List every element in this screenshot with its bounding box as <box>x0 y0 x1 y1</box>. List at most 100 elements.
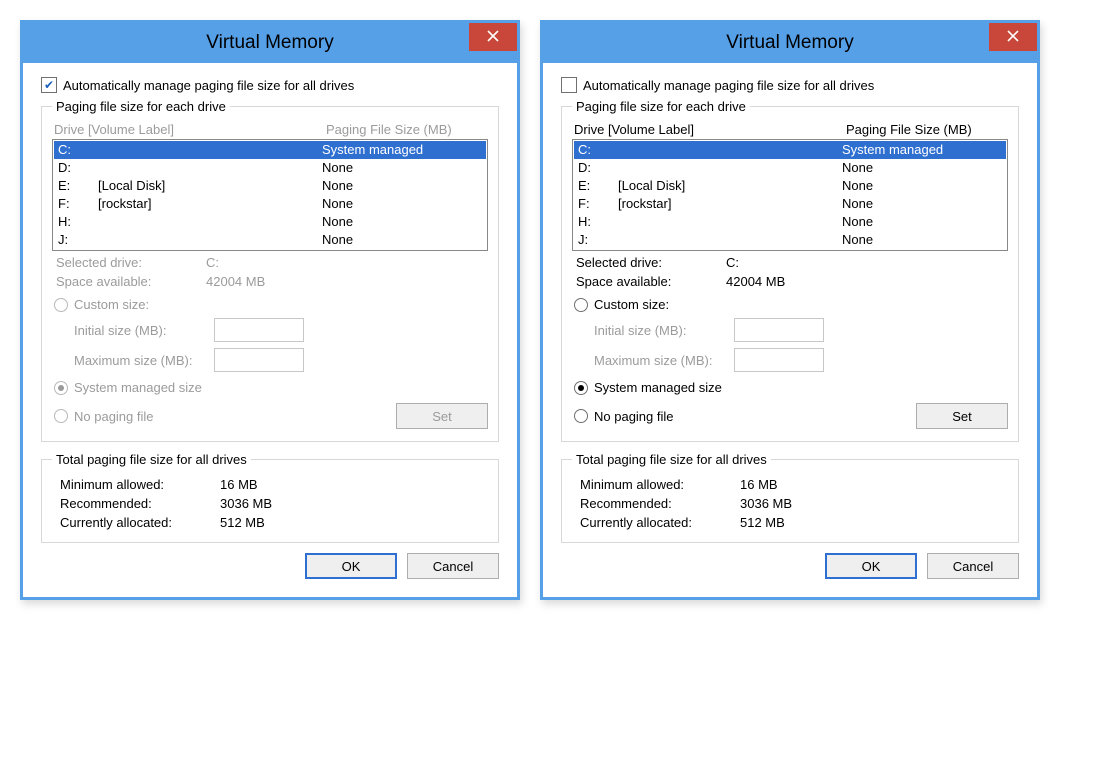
paging-legend: Paging file size for each drive <box>52 99 230 114</box>
virtual-memory-dialog: Virtual Memory Automatically manage pagi… <box>540 20 1040 600</box>
space-available-value: 42004 MB <box>726 274 1008 289</box>
drive-row[interactable]: D: None <box>574 159 1006 177</box>
selected-drive-label: Selected drive: <box>56 255 206 270</box>
paging-fieldset: Paging file size for each drive Drive [V… <box>41 99 499 442</box>
virtual-memory-dialog: Virtual Memory ✔ Automatically manage pa… <box>20 20 520 600</box>
drive-row[interactable]: C: System managed <box>574 141 1006 159</box>
maximum-size-label: Maximum size (MB): <box>594 353 734 368</box>
initial-size-input <box>734 318 824 342</box>
ok-button[interactable]: OK <box>825 553 917 579</box>
close-button[interactable] <box>469 23 517 51</box>
currently-allocated-value: 512 MB <box>220 515 265 530</box>
drive-size: System managed <box>322 141 482 159</box>
dialog-title: Virtual Memory <box>726 32 853 54</box>
initial-size-label: Initial size (MB): <box>74 323 214 338</box>
drive-list[interactable]: C: System managed D: None E: [Local Disk… <box>572 139 1008 251</box>
minimum-allowed-value: 16 MB <box>740 477 778 492</box>
drive-label <box>618 213 842 231</box>
cancel-button[interactable]: Cancel <box>927 553 1019 579</box>
dialog-title: Virtual Memory <box>206 32 333 54</box>
drive-size: None <box>322 213 482 231</box>
set-button[interactable]: Set <box>916 403 1008 429</box>
drive-size: None <box>842 177 1002 195</box>
drive-size: System managed <box>842 141 1002 159</box>
drive-row[interactable]: C: System managed <box>54 141 486 159</box>
drive-label <box>98 141 322 159</box>
totals-legend: Total paging file size for all drives <box>52 452 251 467</box>
paging-fieldset: Paging file size for each drive Drive [V… <box>561 99 1019 442</box>
system-managed-radio <box>54 381 68 395</box>
no-paging-radio <box>54 409 68 423</box>
custom-size-radio[interactable] <box>574 298 588 312</box>
header-size: Paging File Size (MB) <box>846 122 1006 137</box>
drive-size: None <box>842 213 1002 231</box>
currently-allocated-value: 512 MB <box>740 515 785 530</box>
space-available-value: 42004 MB <box>206 274 488 289</box>
set-button: Set <box>396 403 488 429</box>
drive-letter: C: <box>578 141 618 159</box>
maximum-size-input <box>214 348 304 372</box>
drive-row[interactable]: H: None <box>574 213 1006 231</box>
system-managed-radio[interactable] <box>574 381 588 395</box>
ok-button[interactable]: OK <box>305 553 397 579</box>
minimum-allowed-value: 16 MB <box>220 477 258 492</box>
drive-row[interactable]: F: [rockstar] None <box>54 195 486 213</box>
system-managed-label: System managed size <box>74 380 202 395</box>
drive-label: [Local Disk] <box>98 177 322 195</box>
space-available-label: Space available: <box>56 274 206 289</box>
drive-row[interactable]: E: [Local Disk] None <box>54 177 486 195</box>
drive-row[interactable]: J: None <box>574 231 1006 249</box>
drive-label: [Local Disk] <box>618 177 842 195</box>
drive-size: None <box>842 195 1002 213</box>
drive-row[interactable]: H: None <box>54 213 486 231</box>
drive-size: None <box>322 159 482 177</box>
custom-size-label: Custom size: <box>594 297 669 312</box>
auto-manage-label: Automatically manage paging file size fo… <box>583 78 874 93</box>
titlebar: Virtual Memory <box>543 23 1037 63</box>
drive-label: [rockstar] <box>618 195 842 213</box>
drive-label <box>98 231 322 249</box>
maximum-size-label: Maximum size (MB): <box>74 353 214 368</box>
header-drive: Drive [Volume Label] <box>574 122 846 137</box>
recommended-label: Recommended: <box>580 496 740 511</box>
no-paging-label: No paging file <box>594 409 674 424</box>
drive-letter: H: <box>578 213 618 231</box>
drive-letter: E: <box>58 177 98 195</box>
cancel-button[interactable]: Cancel <box>407 553 499 579</box>
paging-legend: Paging file size for each drive <box>572 99 750 114</box>
drive-size: None <box>322 177 482 195</box>
minimum-allowed-label: Minimum allowed: <box>60 477 220 492</box>
drive-label <box>98 159 322 177</box>
drive-letter: F: <box>578 195 618 213</box>
no-paging-label: No paging file <box>74 409 154 424</box>
drive-letter: D: <box>58 159 98 177</box>
drive-label: [rockstar] <box>98 195 322 213</box>
header-size: Paging File Size (MB) <box>326 122 486 137</box>
totals-fieldset: Total paging file size for all drives Mi… <box>41 452 499 543</box>
drive-letter: J: <box>578 231 618 249</box>
drive-row[interactable]: J: None <box>54 231 486 249</box>
drive-letter: J: <box>58 231 98 249</box>
totals-legend: Total paging file size for all drives <box>572 452 771 467</box>
currently-allocated-label: Currently allocated: <box>60 515 220 530</box>
close-button[interactable] <box>989 23 1037 51</box>
initial-size-input <box>214 318 304 342</box>
drive-list[interactable]: C: System managed D: None E: [Local Disk… <box>52 139 488 251</box>
drive-label <box>98 213 322 231</box>
auto-manage-checkbox[interactable]: ✔ <box>41 77 57 93</box>
auto-manage-checkbox[interactable] <box>561 77 577 93</box>
selected-drive-value: C: <box>726 255 1008 270</box>
recommended-value: 3036 MB <box>740 496 792 511</box>
drive-letter: D: <box>578 159 618 177</box>
drive-size: None <box>322 195 482 213</box>
drive-row[interactable]: E: [Local Disk] None <box>574 177 1006 195</box>
currently-allocated-label: Currently allocated: <box>580 515 740 530</box>
system-managed-label: System managed size <box>594 380 722 395</box>
auto-manage-label: Automatically manage paging file size fo… <box>63 78 354 93</box>
drive-row[interactable]: F: [rockstar] None <box>574 195 1006 213</box>
no-paging-radio[interactable] <box>574 409 588 423</box>
drive-letter: E: <box>578 177 618 195</box>
drive-row[interactable]: D: None <box>54 159 486 177</box>
selected-drive-label: Selected drive: <box>576 255 726 270</box>
titlebar: Virtual Memory <box>23 23 517 63</box>
